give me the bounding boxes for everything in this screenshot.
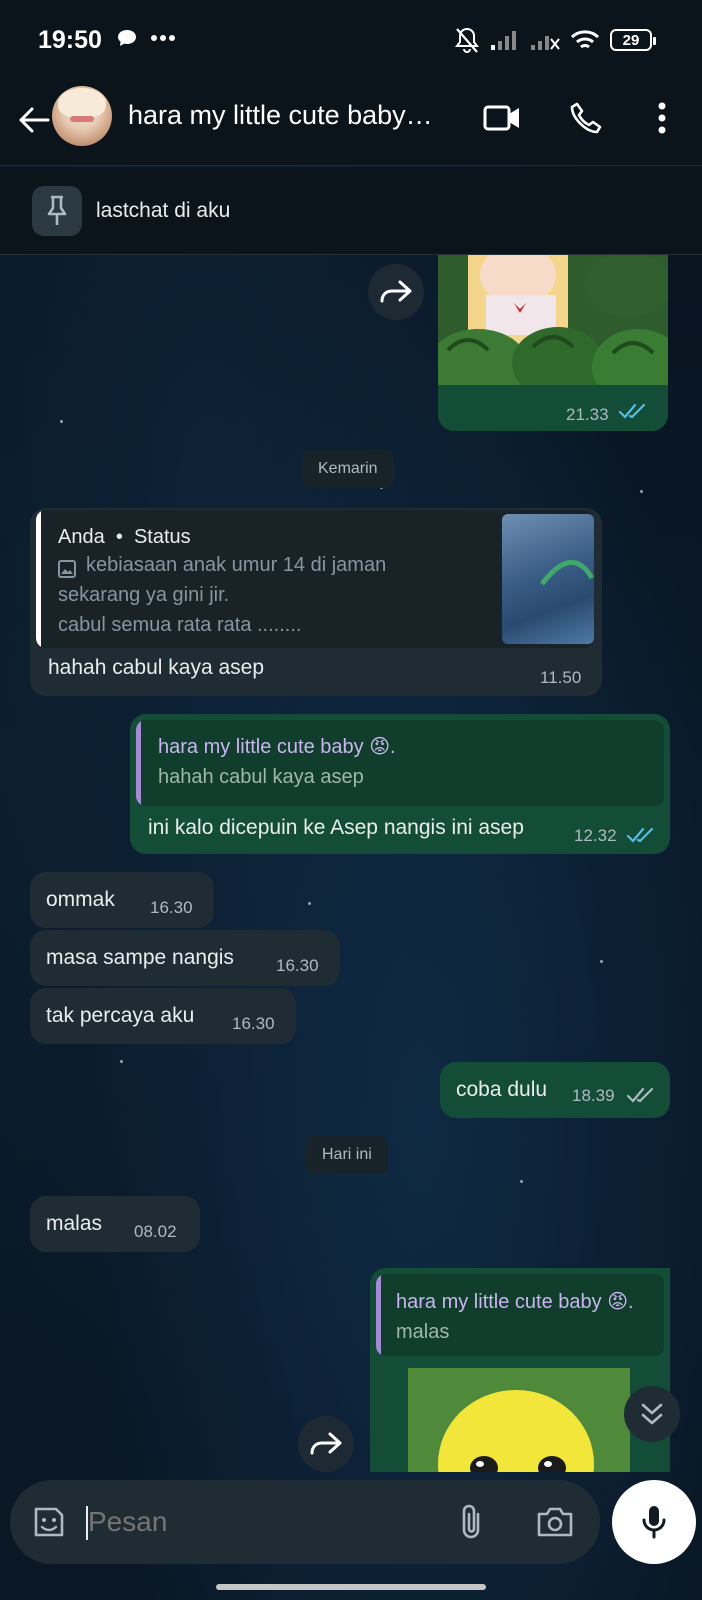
- forward-icon: [310, 1432, 342, 1455]
- microphone-icon: [642, 1506, 666, 1539]
- message-time: 16.30: [232, 1014, 275, 1033]
- status-right-icons: 29: [454, 26, 656, 54]
- message-text: ini kalo dicepuin ke Asep nangis ini ase…: [148, 816, 524, 839]
- quote-line-2: sekarang ya gini jir.: [58, 584, 230, 606]
- forward-button[interactable]: [368, 264, 424, 320]
- quote-source: Status: [133, 526, 191, 548]
- anime-watermelon-image: [438, 255, 668, 385]
- pinned-message-bar[interactable]: lastchat di aku: [0, 167, 702, 255]
- message-time: 21.33: [566, 405, 609, 424]
- message-outgoing-image-reply[interactable]: hara my little cute baby 😡. malas: [370, 1268, 670, 1472]
- quote-bar: [36, 510, 41, 648]
- message-time: 11.50: [540, 668, 582, 687]
- wifi-icon: [570, 30, 600, 49]
- quoted-message[interactable]: hara my little cute baby 😡. hahah cabul …: [136, 720, 664, 806]
- video-call-icon: [483, 105, 519, 131]
- quote-line-1: kebiasaan anak umur 14 di jaman: [86, 554, 387, 576]
- camera-icon[interactable]: [536, 1506, 574, 1538]
- sticker-icon[interactable]: [30, 1503, 68, 1541]
- message-image-outgoing[interactable]: 21.33: [438, 255, 668, 431]
- status-thumbnail-art: [540, 559, 594, 586]
- forward-icon: [380, 280, 412, 303]
- signal-icon: [491, 31, 516, 50]
- star: [60, 420, 63, 423]
- chat-title[interactable]: hara my little cute baby…: [128, 100, 458, 131]
- quote-bar: [376, 1274, 381, 1356]
- status-bar: 19:50 29: [0, 0, 702, 82]
- pinned-text: lastchat di aku: [96, 199, 231, 222]
- message-composer: [10, 1480, 600, 1564]
- star: [308, 902, 311, 905]
- status-thumbnail: [502, 514, 594, 644]
- message-text: hahah cabul kaya asep: [48, 656, 264, 679]
- video-call-button[interactable]: [478, 94, 526, 142]
- message-text: tak percaya aku: [46, 1004, 195, 1027]
- paperclip-icon[interactable]: [458, 1502, 484, 1542]
- arrow-left-icon: [19, 107, 50, 133]
- double-check-delivered-icon: [626, 1087, 654, 1103]
- message-input[interactable]: [88, 1500, 428, 1544]
- message-time: 12.32: [574, 826, 617, 845]
- message-text: coba dulu: [456, 1078, 548, 1101]
- message-time: 18.39: [572, 1086, 615, 1105]
- battery-indicator: 29: [610, 29, 656, 51]
- voice-call-button[interactable]: [562, 94, 610, 142]
- quote-author: hara my little cute baby 😡.: [158, 736, 396, 758]
- more-options-button[interactable]: [638, 94, 686, 142]
- quote-bar: [136, 720, 141, 806]
- quote-separator-dot: •: [110, 526, 129, 548]
- message-time: 08.02: [134, 1222, 177, 1241]
- phone-icon: [570, 102, 602, 134]
- home-indicator[interactable]: [216, 1584, 486, 1590]
- message-text: masa sampe nangis: [46, 946, 234, 969]
- star: [120, 1060, 123, 1063]
- message-text: ommak: [46, 888, 115, 911]
- pin-icon: [32, 186, 82, 236]
- quote-text: hahah cabul kaya asep: [158, 766, 364, 788]
- back-button[interactable]: [12, 98, 56, 142]
- quote-text: malas: [396, 1321, 450, 1343]
- scroll-to-bottom-button[interactable]: [624, 1386, 680, 1442]
- muted-bell-icon: [455, 27, 479, 53]
- star: [520, 1180, 523, 1183]
- message-time: 16.30: [276, 956, 319, 975]
- quote-line-3: cabul semua rata rata ........: [58, 614, 302, 636]
- quote-author: hara my little cute baby 😡.: [396, 1291, 634, 1313]
- forward-button[interactable]: [298, 1416, 354, 1472]
- message-time: 16.30: [150, 898, 193, 917]
- image-icon: [58, 560, 76, 578]
- signal-no-service-icon: [531, 36, 560, 50]
- double-chevron-down-icon: [641, 1403, 663, 1425]
- yellow-creature-image: [408, 1368, 630, 1472]
- battery-level: 29: [622, 31, 640, 49]
- date-separator: Hari ini: [306, 1136, 388, 1174]
- status-time: 19:50: [38, 26, 102, 54]
- quoted-message[interactable]: hara my little cute baby 😡. malas: [376, 1274, 664, 1356]
- double-check-read-icon: [618, 403, 646, 419]
- date-separator: Kemarin: [302, 450, 394, 488]
- chat-bubble-icon: [118, 30, 136, 46]
- quote-header: Anda • Status: [58, 526, 191, 549]
- star: [640, 490, 643, 493]
- status-left-icons: [116, 28, 176, 48]
- more-vert-icon: [658, 102, 666, 134]
- message-text: malas: [46, 1212, 103, 1235]
- contact-avatar[interactable]: [52, 86, 112, 146]
- double-check-read-icon: [626, 827, 654, 843]
- star: [600, 960, 603, 963]
- quoted-status[interactable]: Anda • Status kebiasaan anak umur 14 di …: [36, 510, 594, 648]
- more-dots-icon: [151, 35, 175, 41]
- quote-author: Anda: [58, 526, 105, 548]
- chat-header: hara my little cute baby…: [0, 82, 702, 166]
- voice-record-button[interactable]: [612, 1480, 696, 1564]
